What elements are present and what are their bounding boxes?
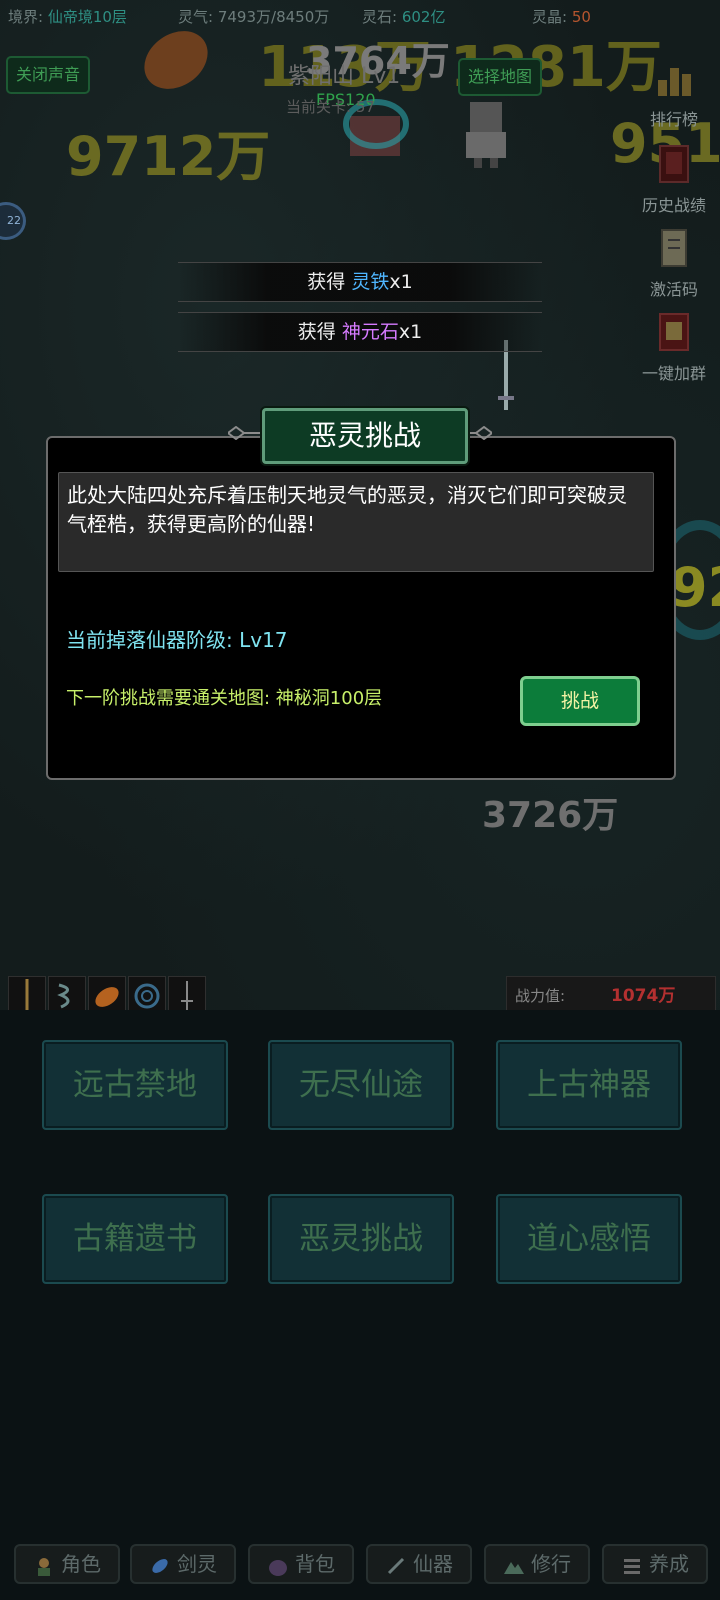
- menu-ancient-forbidden-land-button[interactable]: 远古禁地: [42, 1040, 228, 1130]
- chart-bars-icon: [658, 68, 691, 96]
- reward-toast: 获得 灵铁x1: [178, 262, 542, 302]
- record-book-icon: [659, 145, 689, 183]
- side-item-history[interactable]: 历史战绩: [636, 144, 712, 216]
- tab-label: 修行: [531, 1552, 571, 1576]
- stone-value: 602亿: [401, 8, 446, 26]
- code-scroll-icon: [661, 229, 687, 267]
- damage-number: 92: [670, 556, 720, 619]
- toast-suffix: x1: [389, 271, 413, 293]
- tab-label: 剑灵: [177, 1552, 217, 1576]
- tab-character[interactable]: 角色: [14, 1544, 120, 1584]
- menu-dao-insight-button[interactable]: 道心感悟: [496, 1194, 682, 1284]
- tab-label: 角色: [61, 1552, 101, 1576]
- menu-endless-path-button[interactable]: 无尽仙途: [268, 1040, 454, 1130]
- stone-stat: 灵石: 602亿: [362, 6, 445, 27]
- qi-label: 灵气:: [178, 8, 214, 26]
- menu-ancient-books-button[interactable]: 古籍遗书: [42, 1194, 228, 1284]
- toast-suffix: x1: [398, 321, 423, 343]
- qi-value: 7493万/8450万: [217, 8, 330, 26]
- group-book-icon: [659, 313, 689, 351]
- mute-button[interactable]: 关闭声音: [6, 56, 91, 94]
- side-item-ranking[interactable]: 排行榜: [636, 58, 712, 130]
- challenge-button[interactable]: 挑战: [520, 676, 640, 726]
- tab-label: 仙器: [413, 1552, 453, 1576]
- cultivate-icon: [624, 1558, 640, 1574]
- title-ornament-left-icon: [228, 426, 262, 440]
- tab-artifact[interactable]: 仙器: [366, 1544, 472, 1584]
- stone-label: 灵石:: [362, 8, 398, 26]
- next-requirement-text: 下一阶挑战需要通关地图: 神秘洞100层: [66, 688, 383, 709]
- tab-label: 养成: [649, 1552, 689, 1576]
- artifact-icon: [387, 1557, 405, 1574]
- side-item-label: 一键加群: [641, 364, 706, 383]
- side-item-join-group[interactable]: 一键加群: [636, 312, 712, 384]
- damage-number: 3726万: [482, 795, 619, 836]
- bag-icon: [269, 1559, 287, 1576]
- character-icon: [38, 1557, 50, 1576]
- tab-develop[interactable]: 养成: [602, 1544, 708, 1584]
- fire-effect-icon: [144, 31, 208, 89]
- realm-label: 境界:: [8, 8, 44, 26]
- tab-cultivation[interactable]: 修行: [484, 1544, 590, 1584]
- toast-prefix: 获得: [297, 321, 342, 343]
- badge-counter[interactable]: 22: [0, 202, 26, 240]
- monster-sprite-icon: [466, 102, 506, 168]
- side-item-activation-code[interactable]: 激活码: [636, 228, 712, 300]
- toast-prefix: 获得: [307, 271, 352, 293]
- realm-stat: 境界: 仙帝境10层: [8, 6, 127, 27]
- mountain-icon: [504, 1561, 524, 1574]
- reward-toast: 获得 神元石x1: [178, 312, 542, 352]
- toast-item: 神元石: [341, 321, 399, 343]
- menu-evil-spirit-challenge-button[interactable]: 恶灵挑战: [268, 1194, 454, 1284]
- tab-sword-spirit[interactable]: 剑灵: [130, 1544, 236, 1584]
- side-item-label: 激活码: [649, 280, 698, 299]
- toast-item: 灵铁: [351, 271, 390, 293]
- bottom-tab-bar: 角色 剑灵 背包 仙器 修行 养成: [0, 1530, 720, 1600]
- tab-bag[interactable]: 背包: [248, 1544, 354, 1584]
- realm-value: 仙帝境10层: [47, 8, 127, 26]
- qi-stat: 灵气: 7493万/8450万: [178, 6, 329, 27]
- crystal-stat: 灵晶: 50: [532, 6, 591, 27]
- damage-number: 9712万: [66, 125, 271, 188]
- map-name: 紫阳山 Lv1: [288, 64, 401, 89]
- falling-sword-icon: [498, 340, 514, 410]
- side-item-label: 历史战绩: [641, 196, 706, 215]
- level-text: 当前关卡: 57: [286, 98, 375, 116]
- dialog-description: 此处大陆四处充斥着压制天地灵气的恶灵，消灭它们即可突破灵气桎梏，获得更高阶的仙器…: [58, 472, 654, 572]
- evil-spirit-dialog: 此处大陆四处充斥着压制天地灵气的恶灵，消灭它们即可突破灵气桎梏，获得更高阶的仙器…: [46, 436, 676, 780]
- dialog-title: 恶灵挑战: [262, 408, 468, 464]
- drop-level-text: 当前掉落仙器阶级: Lv17: [66, 628, 288, 652]
- menu-ancient-artifact-button[interactable]: 上古神器: [496, 1040, 682, 1130]
- side-item-label: 排行榜: [649, 110, 698, 129]
- sword-spirit-icon: [152, 1558, 168, 1573]
- crystal-value: 50: [571, 8, 591, 26]
- crystal-label: 灵晶:: [532, 8, 568, 26]
- tab-label: 背包: [295, 1552, 335, 1576]
- select-map-button[interactable]: 选择地图: [458, 58, 543, 96]
